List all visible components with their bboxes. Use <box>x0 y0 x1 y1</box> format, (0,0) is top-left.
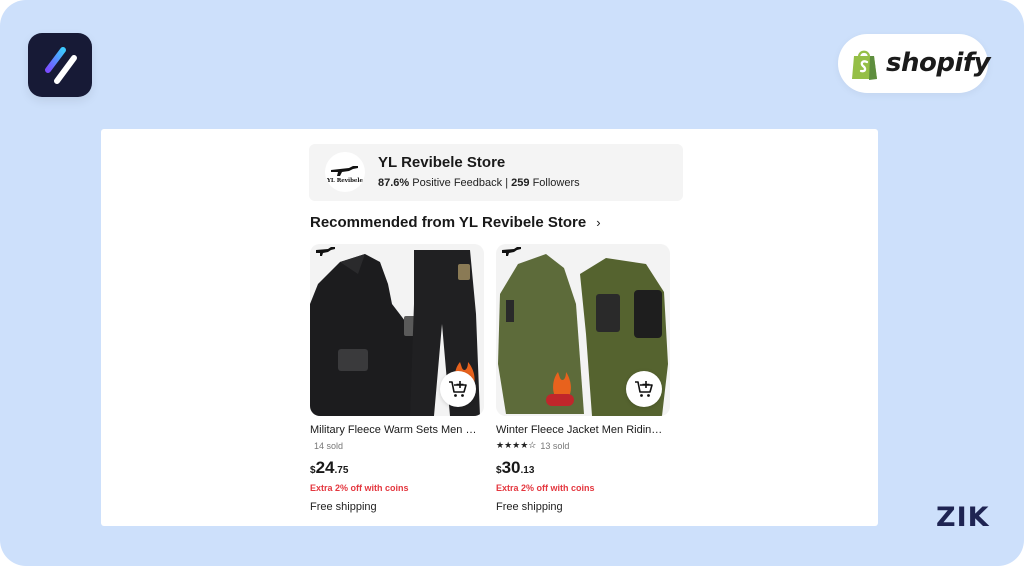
meta-separator: | <box>505 177 509 189</box>
price-cents: .75 <box>334 465 349 476</box>
feedback-value: 87.6% <box>378 177 410 189</box>
product-card[interactable]: Winter Fleece Jacket Men Riding ... ★★★★… <box>496 244 670 513</box>
shipping-label: Free shipping <box>496 501 563 513</box>
feedback-label: Positive Feedback <box>412 177 503 189</box>
shopify-bag-icon <box>852 50 877 80</box>
store-meta: 87.6% Positive Feedback | 259 Followers <box>378 177 580 189</box>
shopify-wordmark: shopify <box>886 48 991 78</box>
recommended-heading[interactable]: Recommended from YL Revibele Store › <box>310 214 601 231</box>
sold-row: 14 sold <box>310 439 484 452</box>
recommended-title: Recommended from YL Revibele Store <box>310 214 587 231</box>
product-price: $30.13 <box>496 458 670 478</box>
product-image[interactable] <box>310 244 484 416</box>
product-title[interactable]: Winter Fleece Jacket Men Riding ... <box>496 424 668 436</box>
store-card[interactable]: YL Revibele YL Revibele Store 87.6% Posi… <box>309 144 683 201</box>
rating-stars: ★★★★☆ <box>496 440 537 450</box>
slash-logo-icon <box>45 47 77 84</box>
chevron-right-icon: › <box>596 215 601 230</box>
rifle-logo-icon: YL Revibele <box>326 166 363 184</box>
product-price: $24.75 <box>310 458 484 478</box>
add-to-cart-button[interactable] <box>626 371 662 407</box>
coins-promo: Extra 2% off with coins <box>496 483 595 493</box>
store-name[interactable]: YL Revibele Store <box>378 154 505 171</box>
price-main: 24 <box>315 458 335 477</box>
add-to-cart-icon <box>635 381 653 397</box>
shipping-label: Free shipping <box>310 501 377 513</box>
followers-value: 259 <box>511 177 530 189</box>
coins-promo: Extra 2% off with coins <box>310 483 409 493</box>
price-cents: .13 <box>520 465 535 476</box>
zik-watermark: ZIK <box>936 502 990 533</box>
app-logo <box>28 33 92 97</box>
product-card[interactable]: Military Fleece Warm Sets Men O... 14 so… <box>310 244 484 513</box>
add-to-cart-button[interactable] <box>440 371 476 407</box>
product-title[interactable]: Military Fleece Warm Sets Men O... <box>310 424 482 436</box>
sold-row: ★★★★☆ 13 sold <box>496 439 670 452</box>
shopify-badge: shopify <box>838 34 991 93</box>
add-to-cart-icon <box>449 381 467 397</box>
store-logo-text: YL Revibele <box>326 178 363 184</box>
followers-label: Followers <box>532 177 580 189</box>
content-panel: YL Revibele YL Revibele Store 87.6% Posi… <box>101 129 878 526</box>
sold-count: 14 sold <box>314 440 344 451</box>
product-image[interactable] <box>496 244 670 416</box>
sold-count: 13 sold <box>540 440 570 451</box>
background-frame: shopify ZIK YL Revibele YL Revibele Stor… <box>0 0 1024 566</box>
store-logo: YL Revibele <box>325 152 365 192</box>
price-main: 30 <box>501 458 521 477</box>
